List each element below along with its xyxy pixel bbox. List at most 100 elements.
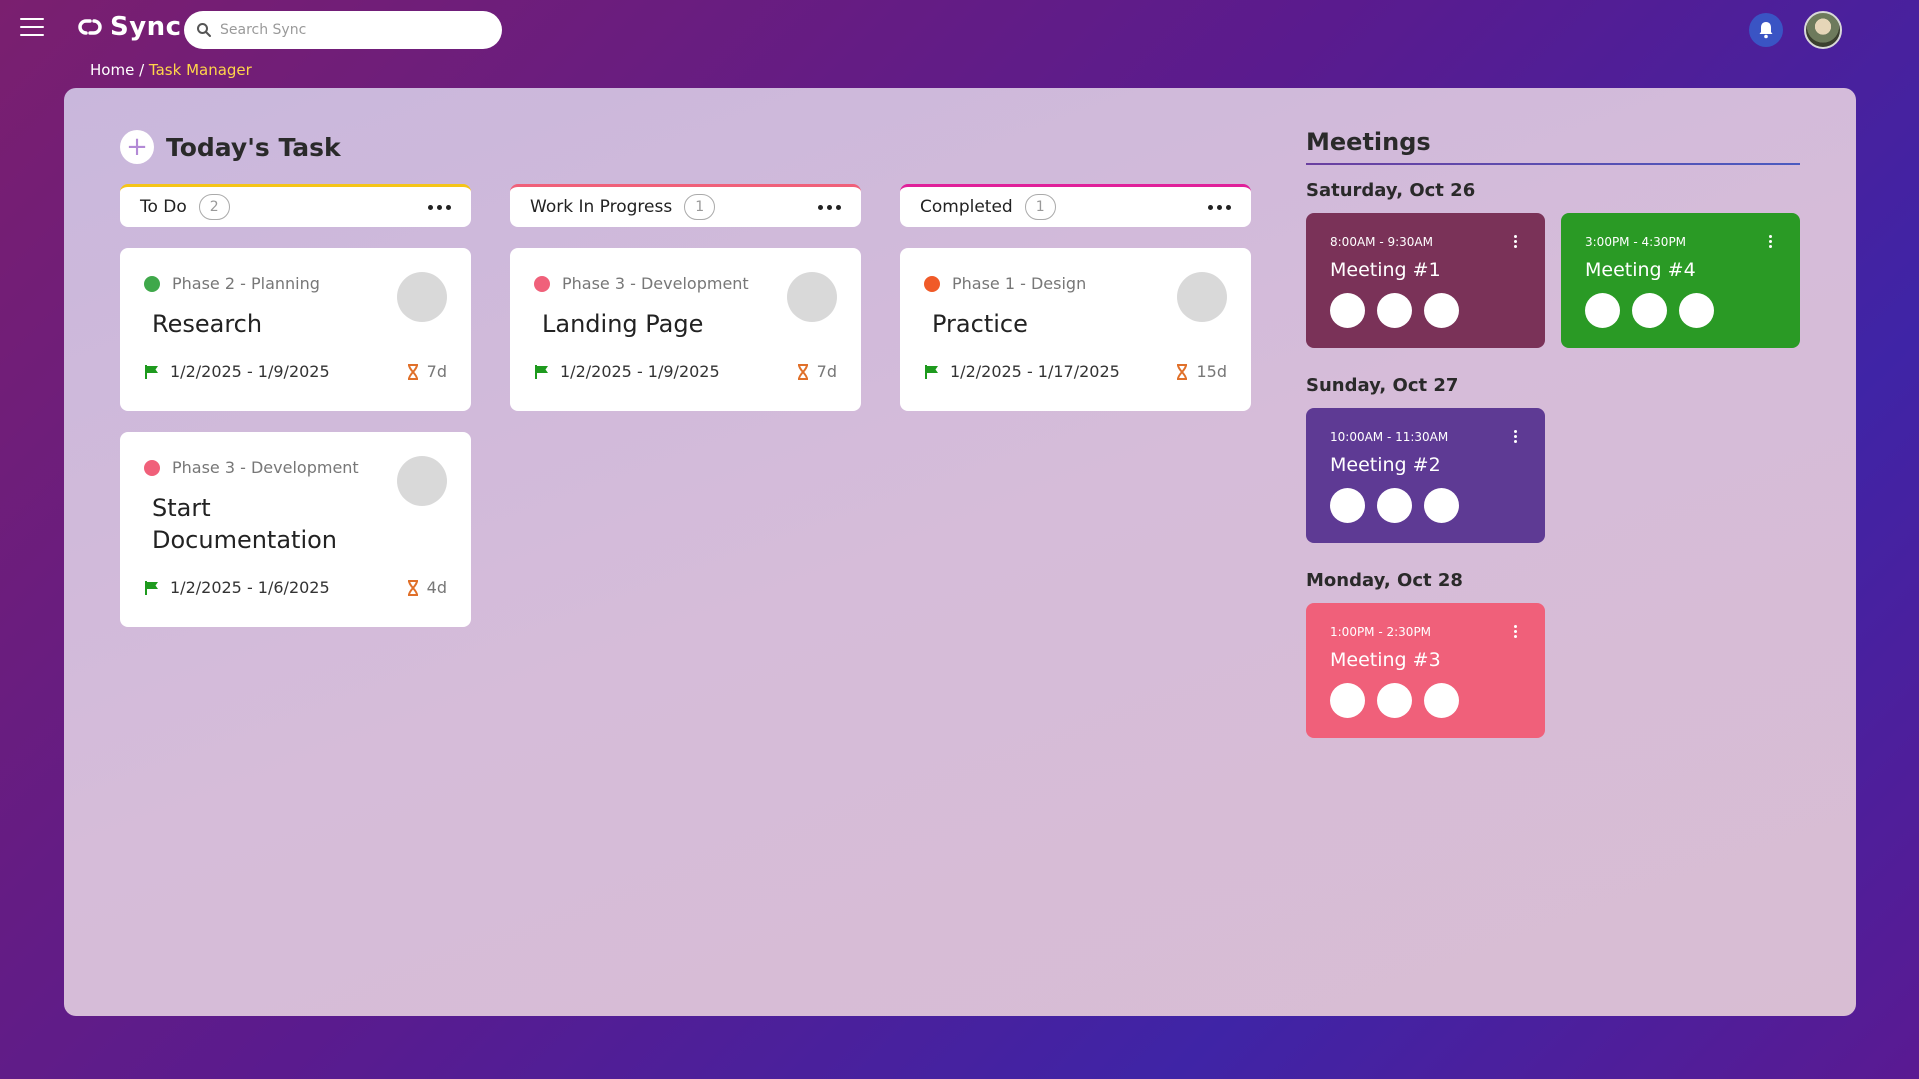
attendee-avatar	[1585, 293, 1620, 328]
task-meta: 1/2/2025 - 1/9/2025 7d	[534, 362, 837, 381]
assignee-avatar	[397, 272, 447, 322]
task-card[interactable]: Phase 3 - Development Landing Page 1/2/2…	[510, 248, 861, 411]
meeting-name: Meeting #4	[1585, 259, 1696, 281]
task-phase: Phase 3 - Development	[534, 274, 749, 293]
task-meta: 1/2/2025 - 1/17/2025 15d	[924, 362, 1227, 381]
attendee-avatar	[1424, 293, 1459, 328]
menu-icon[interactable]	[20, 18, 44, 38]
column-more-icon[interactable]	[818, 204, 841, 210]
hourglass-icon	[407, 579, 418, 596]
column-header-todo: To Do 2	[120, 184, 471, 227]
task-card[interactable]: Phase 2 - Planning Research 1/2/2025 - 1…	[120, 248, 471, 411]
day-label: Sunday, Oct 27	[1306, 375, 1459, 396]
phase-dot	[144, 459, 160, 476]
user-avatar[interactable]	[1804, 11, 1842, 49]
column-count-badge: 1	[1024, 194, 1056, 220]
task-phase: Phase 1 - Design	[924, 274, 1086, 293]
meeting-attendees	[1330, 488, 1521, 523]
task-dates: 1/2/2025 - 1/17/2025	[950, 362, 1120, 381]
attendee-avatar	[1330, 683, 1365, 718]
duration-value: 7d	[816, 362, 837, 381]
attendee-avatar	[1424, 488, 1459, 523]
column-count-badge: 2	[198, 194, 230, 220]
duration-value: 15d	[1196, 362, 1227, 381]
attendee-avatar	[1679, 293, 1714, 328]
app-name: Sync	[110, 12, 182, 42]
meeting-time: 3:00PM - 4:30PM	[1585, 235, 1687, 249]
phase-dot	[534, 275, 550, 292]
meeting-card[interactable]: 8:00AM - 9:30AM Meeting #1	[1306, 213, 1545, 348]
task-meta: 1/2/2025 - 1/6/2025 4d	[144, 578, 447, 597]
task-dates: 1/2/2025 - 1/6/2025	[170, 578, 330, 597]
attendee-avatar	[1377, 683, 1412, 718]
task-title: Research	[152, 310, 263, 338]
breadcrumb-home[interactable]: Home	[90, 61, 134, 79]
column-name: Work In Progress	[530, 197, 673, 217]
tasks-header: + Today's Task	[120, 130, 341, 164]
assignee-avatar	[787, 272, 837, 322]
meeting-attendees	[1330, 683, 1521, 718]
search-input[interactable]	[220, 22, 480, 38]
attendee-avatar	[1330, 488, 1365, 523]
flag-icon	[925, 364, 938, 379]
meeting-card[interactable]: 3:00PM - 4:30PM Meeting #4	[1561, 213, 1800, 348]
phase-label: Phase 2 - Planning	[172, 274, 320, 293]
duration-value: 7d	[426, 362, 447, 381]
task-phase: Phase 2 - Planning	[144, 274, 320, 293]
phase-dot	[144, 275, 160, 292]
flag-icon	[145, 580, 158, 595]
add-task-button[interactable]: +	[120, 130, 154, 164]
attendee-avatar	[1330, 293, 1365, 328]
duration-value: 4d	[426, 578, 447, 597]
bell-icon	[1759, 22, 1773, 39]
task-title: Start Documentation	[152, 494, 338, 554]
breadcrumb: Home / Task Manager	[90, 61, 252, 79]
flag-icon	[145, 364, 158, 379]
attendee-avatar	[1377, 293, 1412, 328]
column-header-completed: Completed 1	[900, 184, 1251, 227]
meeting-more-icon[interactable]	[1514, 430, 1517, 443]
task-duration: 15d	[1176, 362, 1227, 381]
app-logo[interactable]: Sync	[76, 12, 182, 42]
notification-button[interactable]	[1749, 13, 1783, 47]
phase-dot	[924, 275, 940, 292]
meeting-name: Meeting #3	[1330, 649, 1441, 671]
column-more-icon[interactable]	[428, 204, 451, 210]
meeting-card[interactable]: 10:00AM - 11:30AM Meeting #2	[1306, 408, 1545, 543]
task-meta: 1/2/2025 - 1/9/2025 7d	[144, 362, 447, 381]
breadcrumb-current: Task Manager	[148, 61, 252, 79]
task-duration: 7d	[797, 362, 837, 381]
day-label: Monday, Oct 28	[1306, 570, 1463, 591]
task-title: Landing Page	[542, 310, 704, 338]
meeting-name: Meeting #1	[1330, 259, 1441, 281]
meeting-more-icon[interactable]	[1514, 625, 1517, 638]
meetings-title: Meetings	[1306, 128, 1431, 156]
attendee-avatar	[1632, 293, 1667, 328]
column-header-in-progress: Work In Progress 1	[510, 184, 861, 227]
tasks-title: Today's Task	[166, 132, 341, 162]
meeting-more-icon[interactable]	[1769, 235, 1772, 248]
attendee-avatar	[1424, 683, 1459, 718]
attendee-avatar	[1377, 488, 1412, 523]
column-count-badge: 1	[684, 194, 716, 220]
task-dates: 1/2/2025 - 1/9/2025	[170, 362, 330, 381]
column-name: Completed	[920, 197, 1013, 217]
meeting-time: 1:00PM - 2:30PM	[1330, 625, 1432, 639]
search-icon	[197, 23, 211, 37]
phase-label: Phase 3 - Development	[562, 274, 749, 293]
hourglass-icon	[407, 363, 418, 380]
task-card[interactable]: Phase 3 - Development Start Documentatio…	[120, 432, 471, 627]
sync-logo-icon	[78, 19, 102, 35]
task-card[interactable]: Phase 1 - Design Practice 1/2/2025 - 1/1…	[900, 248, 1251, 411]
meeting-card[interactable]: 1:00PM - 2:30PM Meeting #3	[1306, 603, 1545, 738]
column-name: To Do	[140, 197, 187, 217]
meeting-more-icon[interactable]	[1514, 235, 1517, 248]
hourglass-icon	[1177, 363, 1188, 380]
search-bar[interactable]	[184, 11, 502, 49]
column-more-icon[interactable]	[1208, 204, 1231, 210]
meeting-name: Meeting #2	[1330, 454, 1441, 476]
task-title: Practice	[932, 310, 1028, 338]
task-duration: 4d	[407, 578, 447, 597]
phase-label: Phase 1 - Design	[952, 274, 1087, 293]
assignee-avatar	[1177, 272, 1227, 322]
